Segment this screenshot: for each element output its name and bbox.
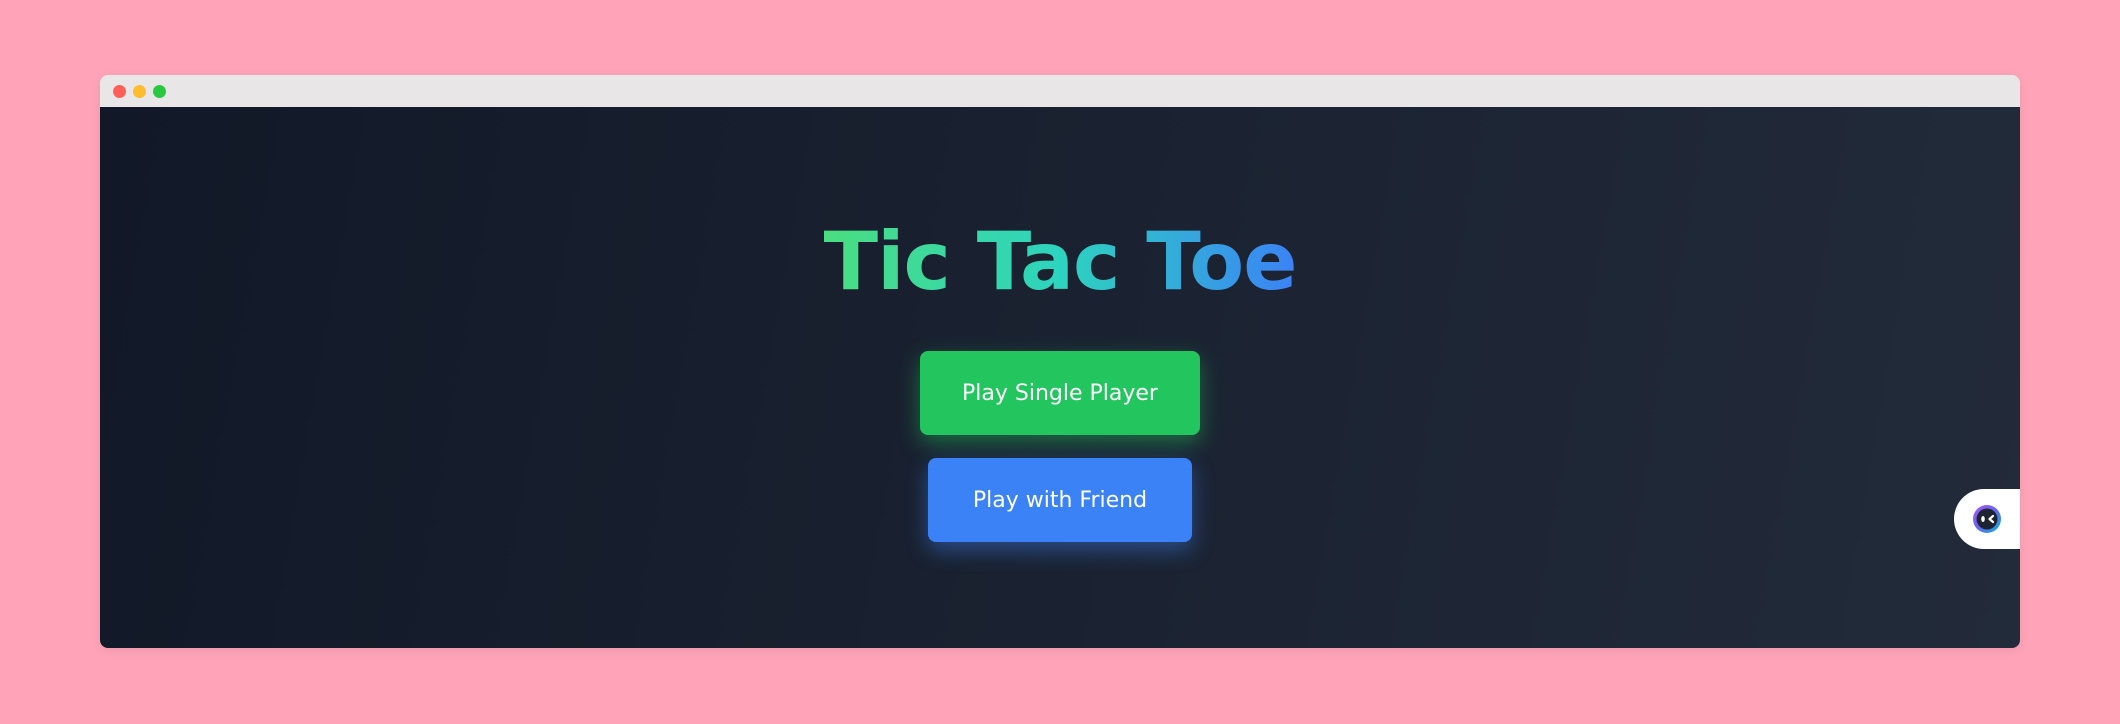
app-content: Tic Tac Toe Play Single Player Play with… — [100, 107, 2020, 648]
browser-window: Tic Tac Toe Play Single Player Play with… — [100, 75, 2020, 648]
page-title-text: Tic Tac Toe — [823, 215, 1298, 308]
close-window-button[interactable] — [113, 85, 126, 98]
play-single-player-label: Play Single Player — [962, 380, 1158, 406]
play-with-friend-label: Play with Friend — [972, 487, 1148, 513]
maximize-window-button[interactable] — [153, 85, 166, 98]
assistant-face-icon — [1973, 505, 2001, 533]
window-titlebar — [100, 75, 2020, 107]
page-title: Tic Tac Toe — [100, 212, 2020, 312]
minimize-window-button[interactable] — [133, 85, 146, 98]
assistant-widget-button[interactable] — [1954, 489, 2020, 549]
play-single-player-button[interactable]: Play Single Player — [920, 351, 1200, 435]
play-with-friend-button[interactable]: Play with Friend — [928, 458, 1192, 542]
